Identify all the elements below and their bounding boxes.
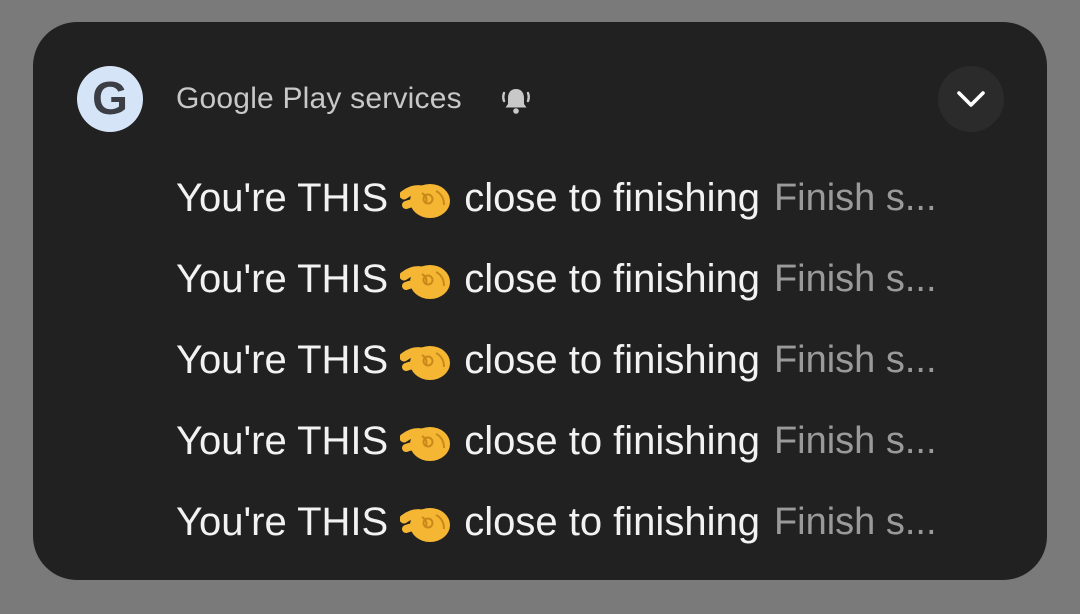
- message-row[interactable]: You're THIS close to finishing Finish s.…: [176, 401, 1016, 482]
- message-title-start: You're THIS: [176, 176, 389, 220]
- message-list: You're THIS close to finishing Finish s.…: [176, 158, 1016, 563]
- app-name: Google Play services: [176, 82, 462, 115]
- expand-button[interactable]: [938, 66, 1004, 132]
- message-title-end: close to finishing: [464, 419, 760, 463]
- message-body: Finish s...: [773, 177, 937, 219]
- message-title-end: close to finishing: [464, 338, 760, 382]
- message-title-end: close to finishing: [464, 500, 760, 544]
- message-row[interactable]: You're THIS close to finishing Finish s.…: [176, 320, 1016, 401]
- chevron-down-icon: [957, 91, 985, 107]
- message-body: Finish s...: [773, 258, 937, 300]
- google-g-icon: G: [77, 66, 143, 132]
- message-title-start: You're THIS: [176, 257, 389, 301]
- pinching-hand-emoji: [400, 507, 451, 542]
- bell-ringing-icon: [502, 89, 530, 114]
- pinching-hand-emoji: [400, 426, 451, 461]
- message-row[interactable]: You're THIS close to finishing Finish s.…: [176, 158, 1016, 239]
- pinching-hand-emoji: [400, 183, 451, 218]
- pinching-hand-emoji: [400, 345, 451, 380]
- message-title-end: close to finishing: [464, 257, 760, 301]
- message-row[interactable]: You're THIS close to finishing Finish s.…: [176, 239, 1016, 320]
- message-title-end: close to finishing: [464, 176, 760, 220]
- message-body: Finish s...: [773, 501, 937, 543]
- message-body: Finish s...: [773, 420, 937, 462]
- message-body: Finish s...: [773, 339, 937, 381]
- message-title-start: You're THIS: [176, 419, 389, 463]
- message-title-start: You're THIS: [176, 500, 389, 544]
- notification-card[interactable]: G Google Play services You're THIS close…: [33, 22, 1047, 580]
- message-title-start: You're THIS: [176, 338, 389, 382]
- pinching-hand-emoji: [400, 264, 451, 299]
- message-row[interactable]: You're THIS close to finishing Finish s.…: [176, 482, 1016, 563]
- app-icon-letter: G: [92, 72, 128, 124]
